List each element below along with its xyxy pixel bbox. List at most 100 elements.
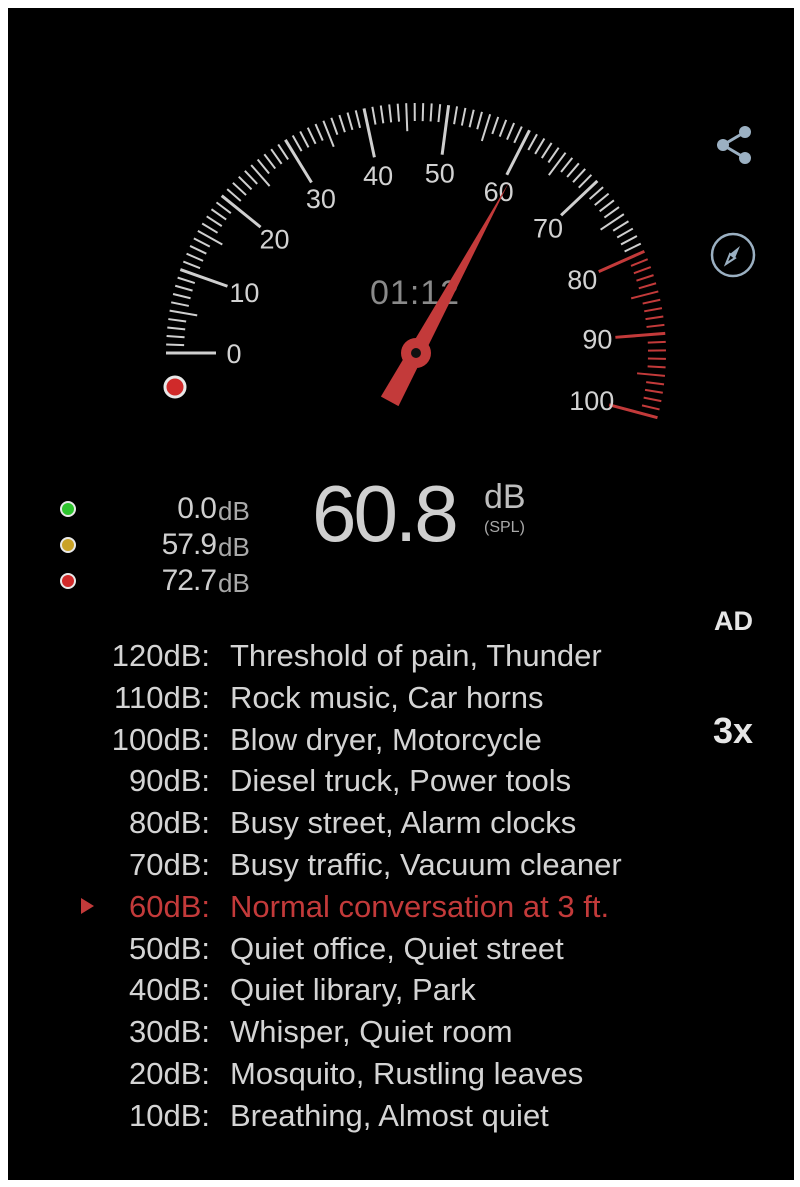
reset-indicator[interactable] [163,375,187,399]
gauge-tick [527,133,538,151]
reference-db: 40dB: [128,972,210,1008]
avg-value: 57.9 [161,528,217,561]
gauge-tick [541,142,553,159]
gauge-tick [440,104,451,155]
gauge-tick [588,186,604,200]
gauge-tick [636,274,654,282]
max-level: 72.7 dB [56,564,256,600]
gauge-tick [263,153,277,170]
gauge-tick [270,148,283,165]
gauge-tick [201,222,219,234]
ad-button[interactable]: AD [714,606,753,637]
reference-row: 60dB: Normal conversation at 3 ft. [8,889,768,929]
reference-row: 80dB: Busy street, Alarm clocks [8,805,768,845]
gauge-tick [166,343,185,347]
reference-row: 110dB: Rock music, Car horns [8,680,768,720]
needle-hub-center [411,348,421,358]
reference-row: 10dB: Breathing, Almost quiet [8,1098,768,1138]
gauge-tick [624,242,642,253]
reference-db: 100dB: [111,721,210,757]
gauge-tick [314,123,324,141]
average-level: 57.9 dB [56,528,256,564]
gauge-tick [594,192,610,206]
gauge-tick [534,137,546,155]
gauge-tick [166,334,185,339]
gauge-tick [460,107,467,126]
gauge-tick [306,127,317,145]
gauge-tick [498,119,508,137]
max-value: 72.7 [161,564,217,597]
gauge-tick [226,188,242,202]
gauge-tick [578,174,593,189]
reference-description: Breathing, Almost quiet [230,1097,549,1133]
gauge-tick [291,135,303,152]
gauge-tick [437,104,442,123]
gauge-tick [566,162,580,178]
gauge-tick [491,116,500,135]
reference-db: 90dB: [128,763,210,799]
gauge-tick [168,318,187,323]
gauge-tick [453,106,459,125]
gauge-tick [244,170,258,185]
gauge-tick [636,372,666,377]
gauge-tick [615,331,666,339]
gauge-tick [169,309,198,317]
gauge-tick [170,301,190,307]
reference-db: 110dB: [114,679,210,715]
reference-row: 90dB: Diesel truck, Power tools [8,763,768,803]
gauge-tick [468,109,475,128]
gauge-tick [645,315,664,321]
gauge-tick [238,175,253,191]
gauge-tick [612,220,630,232]
reading-subunit: (SPL) [484,519,525,536]
avg-unit: dB [218,532,250,562]
gauge-tick [388,104,393,123]
reference-db: 60dB: [128,888,210,924]
gauge-tick [250,164,271,187]
gauge-tick [644,307,663,313]
gauge-tick [647,365,666,369]
compass-icon[interactable] [708,230,758,280]
reference-row: 50dB: Quiet office, Quiet street [8,931,768,971]
min-unit: dB [218,496,250,526]
gauge-scale-label: 90 [582,325,612,355]
gauge-tick [182,260,201,270]
gauge-tick [548,152,567,176]
gauge-tick [232,182,247,196]
gauge-tick [379,105,385,124]
gauge-tick [598,249,645,274]
gauge-tick [362,108,376,158]
gauge-tick [642,298,661,305]
gauge-tick [513,126,523,144]
reference-description: Quiet library, Park [230,972,476,1008]
gauge-tick [177,276,196,284]
gauge-tick [547,147,560,164]
reference-description: Mosquito, Rustling leaves [230,1056,584,1091]
gauge-tick [429,103,433,122]
reference-description: Busy street, Alarm clocks [230,805,577,841]
gauge-tick [421,103,425,122]
reference-row: 40dB: Quiet library, Park [8,972,768,1012]
gauge-scale-label: 100 [569,386,614,416]
gauge-tick [647,340,666,344]
gauge-tick [206,215,223,227]
reference-description: Whisper, Quiet room [230,1014,513,1050]
gauge-tick [189,245,207,255]
gauge-tick [405,103,409,132]
current-db-reading: 60.8 [312,469,459,558]
reference-db: 10dB: [128,1097,210,1133]
reading-unit: dB [484,478,526,516]
sound-level-gauge: 010203040 5060708090100 01:12 [163,102,666,420]
gauge-tick [644,388,663,394]
reference-row: 20dB: Mosquito, Rustling leaves [8,1056,768,1096]
gauge-tick [256,158,270,175]
gauge-tick [616,227,634,239]
gauge-tick [638,282,657,290]
gauge-scale-label: 30 [306,184,336,214]
gauge-tick [172,293,191,300]
max-indicator-dot [60,573,76,589]
gauge-tick [505,129,531,176]
share-icon[interactable] [712,123,756,167]
reference-row: 70dB: Busy traffic, Vacuum cleaner [8,847,768,887]
avg-indicator-dot [60,537,76,553]
